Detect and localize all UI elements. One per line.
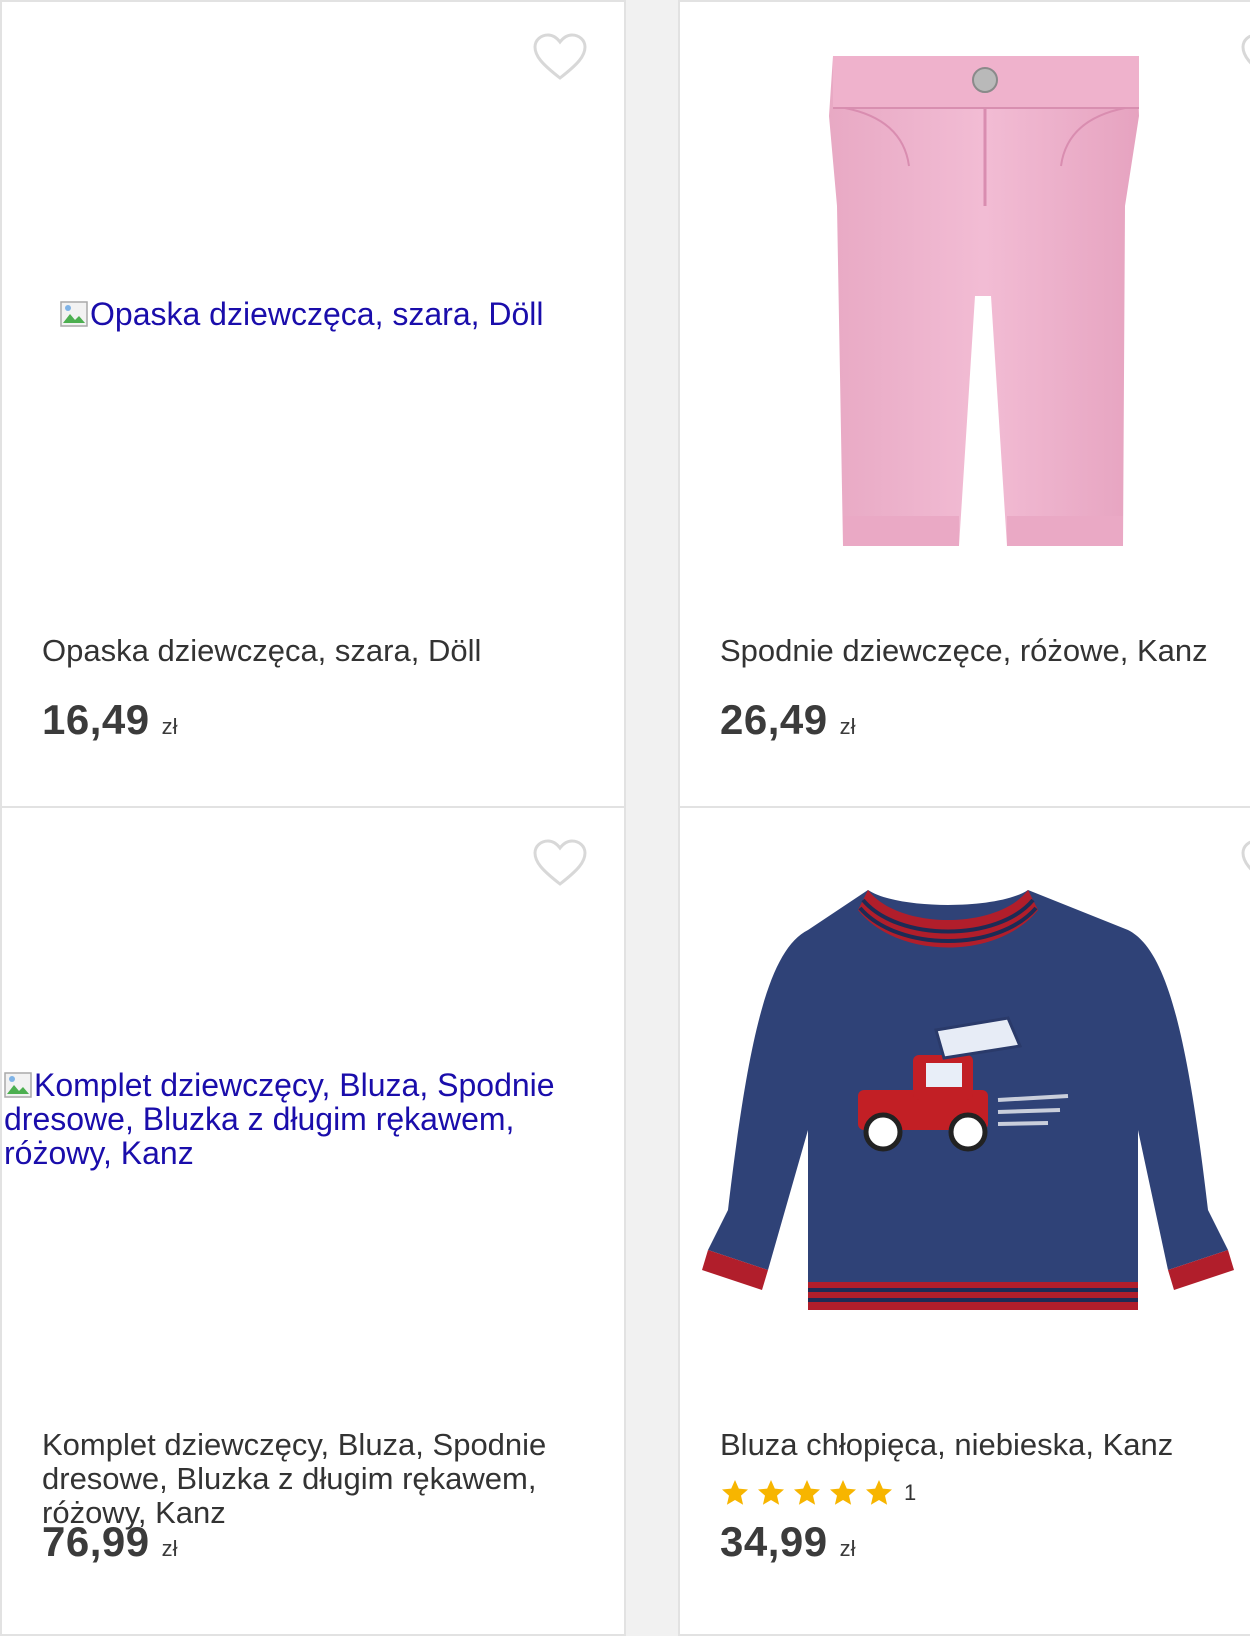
broken-image-icon xyxy=(4,1072,32,1098)
blue-sweatshirt-image xyxy=(702,890,1234,1310)
product-name[interactable]: Spodnie dziewczęce, różowe, Kanz xyxy=(720,634,1250,668)
product-image[interactable]: Opaska dziewczęca, szara, Döll xyxy=(2,2,624,602)
price-amount: 76,99 xyxy=(42,1518,150,1565)
star-icon xyxy=(830,1480,856,1505)
product-card[interactable]: Opaska dziewczęca, szara, Döll Opaska dz… xyxy=(0,0,626,808)
product-price: 34,99 zł xyxy=(720,1518,856,1566)
price-amount: 16,49 xyxy=(42,696,150,743)
pink-pants-image xyxy=(829,56,1139,546)
product-name[interactable]: Komplet dziewczęcy, Bluza, Spodnie dreso… xyxy=(42,1428,582,1530)
star-icon xyxy=(758,1480,784,1505)
price-currency: zł xyxy=(839,714,856,739)
product-name[interactable]: Opaska dziewczęca, szara, Döll xyxy=(42,634,614,668)
product-price: 26,49 zł xyxy=(720,696,856,744)
rating-count: 1 xyxy=(904,1480,917,1505)
product-card[interactable]: Spodnie dziewczęce, różowe, Kanz 26,49 zł xyxy=(678,0,1250,808)
product-card[interactable]: Bluza chłopięca, niebieska, Kanz 1 34,99… xyxy=(678,806,1250,1636)
star-icon xyxy=(722,1480,748,1505)
price-amount: 34,99 xyxy=(720,1518,828,1565)
product-card[interactable]: Komplet dziewczęcy, Bluza, Spodnie dreso… xyxy=(0,806,626,1636)
star-icon xyxy=(866,1480,892,1505)
price-currency: zł xyxy=(161,1536,178,1561)
price-currency: zł xyxy=(161,714,178,739)
product-name[interactable]: Bluza chłopięca, niebieska, Kanz xyxy=(720,1428,1250,1462)
product-price: 16,49 zł xyxy=(42,696,178,744)
product-image[interactable]: Komplet dziewczęcy, Bluza, Spodnie dreso… xyxy=(2,808,624,1408)
broken-image-link[interactable]: Komplet dziewczęcy, Bluza, Spodnie dreso… xyxy=(4,1068,604,1170)
broken-image-link[interactable]: Opaska dziewczęca, szara, Döll xyxy=(60,297,544,331)
product-image[interactable] xyxy=(680,808,1250,1408)
product-image[interactable] xyxy=(680,2,1250,602)
star-icon xyxy=(794,1480,820,1505)
product-price: 76,99 zł xyxy=(42,1518,178,1566)
image-alt-text[interactable]: Komplet dziewczęcy, Bluza, Spodnie dreso… xyxy=(4,1067,555,1171)
image-alt-text[interactable]: Opaska dziewczęca, szara, Döll xyxy=(90,296,544,332)
rating[interactable]: 1 xyxy=(720,1478,916,1508)
price-amount: 26,49 xyxy=(720,696,828,743)
broken-image-icon xyxy=(60,301,88,327)
price-currency: zł xyxy=(839,1536,856,1561)
